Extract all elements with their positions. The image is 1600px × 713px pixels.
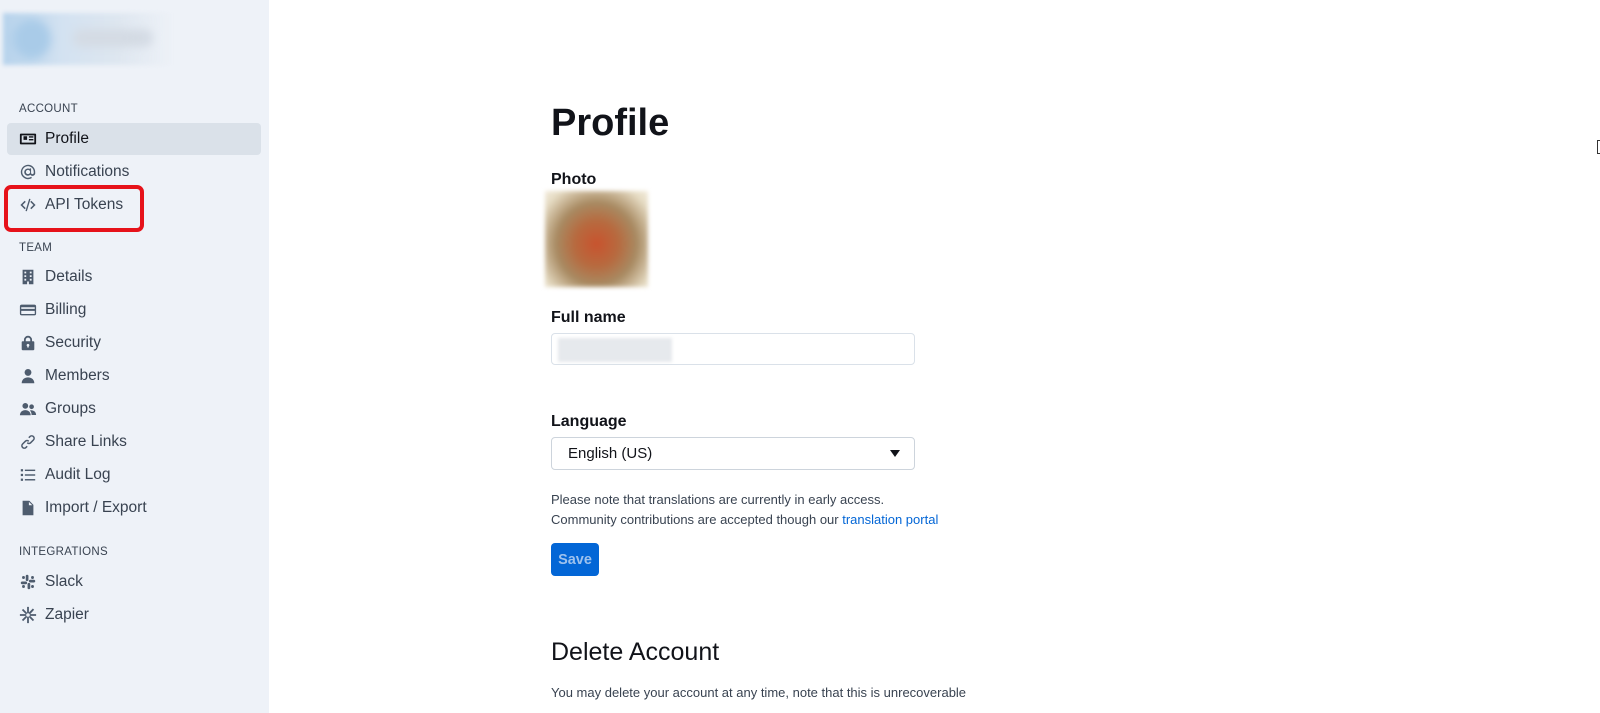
photo-label: Photo [551, 171, 597, 188]
sidebar-item-label: Groups [45, 400, 96, 417]
language-select[interactable]: English (US) [551, 437, 915, 470]
link-icon [18, 432, 38, 452]
sidebar-item-label: Zapier [45, 606, 89, 623]
sidebar-item-groups[interactable]: Groups [7, 393, 261, 425]
code-icon [18, 195, 38, 215]
sidebar-item-audit-log[interactable]: Audit Log [7, 459, 261, 491]
file-icon [18, 498, 38, 518]
at-sign-icon [18, 162, 38, 182]
language-select-value: English (US) [568, 445, 653, 462]
team-avatar [13, 19, 51, 59]
sidebar-item-label: Security [45, 334, 101, 351]
sidebar-item-label: Share Links [45, 433, 127, 450]
lock-icon [18, 333, 38, 353]
sidebar-item-notifications[interactable]: Notifications [7, 156, 261, 188]
section-label-account: ACCOUNT [19, 103, 78, 115]
save-button[interactable]: Save [551, 543, 599, 576]
language-label: Language [551, 413, 627, 430]
sidebar-item-share-links[interactable]: Share Links [7, 426, 261, 458]
section-label-team: TEAM [19, 242, 53, 254]
section-label-integrations: INTEGRATIONS [19, 546, 109, 558]
caret-down-icon [890, 450, 900, 457]
sidebar-item-details[interactable]: Details [7, 261, 261, 293]
sidebar-item-import-export[interactable]: Import / Export [7, 492, 261, 524]
delete-account-title: Delete Account [551, 638, 720, 666]
sidebar-item-label: Notifications [45, 163, 130, 180]
delete-account-description: You may delete your account at any time,… [551, 685, 967, 700]
slack-icon [18, 572, 38, 592]
profile-photo[interactable] [545, 191, 648, 287]
sidebar-item-label: Audit Log [45, 466, 111, 483]
user-icon [18, 366, 38, 386]
users-icon [18, 399, 38, 419]
sidebar-item-security[interactable]: Security [7, 327, 261, 359]
translation-note-text: Community contributions are accepted tho… [551, 512, 843, 527]
sidebar-item-label: API Tokens [45, 196, 124, 213]
sidebar-item-zapier[interactable]: Zapier [7, 599, 261, 631]
list-icon [18, 465, 38, 485]
sidebar-item-members[interactable]: Members [7, 360, 261, 392]
full-name-label: Full name [551, 309, 626, 326]
translation-portal-link[interactable]: translation portal [842, 512, 938, 527]
team-name-redacted [73, 29, 153, 47]
sidebar: ACCOUNT Profile Notifications API Tokens… [0, 0, 269, 713]
page-title: Profile [551, 102, 670, 144]
sidebar-item-billing[interactable]: Billing [7, 294, 261, 326]
sidebar-item-profile[interactable]: Profile [7, 123, 261, 155]
zapier-icon [18, 605, 38, 625]
credit-card-icon [18, 300, 38, 320]
main-content: Profile Photo Full name Language English… [269, 0, 1600, 713]
translation-note-line2: Community contributions are accepted tho… [551, 512, 938, 527]
full-name-field[interactable] [551, 333, 915, 365]
sidebar-item-label: Billing [45, 301, 87, 318]
sidebar-item-label: Slack [45, 573, 83, 590]
sidebar-item-api-tokens[interactable]: API Tokens [7, 189, 261, 221]
sidebar-item-slack[interactable]: Slack [7, 566, 261, 598]
translation-note-line1: Please note that translations are curren… [551, 492, 885, 507]
profile-card-icon [18, 129, 38, 149]
full-name-value-redacted [558, 338, 672, 362]
sidebar-item-label: Import / Export [45, 499, 147, 516]
sidebar-item-label: Details [45, 268, 93, 285]
team-logo[interactable] [3, 13, 173, 65]
sidebar-item-label: Profile [45, 130, 89, 147]
building-icon [18, 267, 38, 287]
sidebar-item-label: Members [45, 367, 110, 384]
